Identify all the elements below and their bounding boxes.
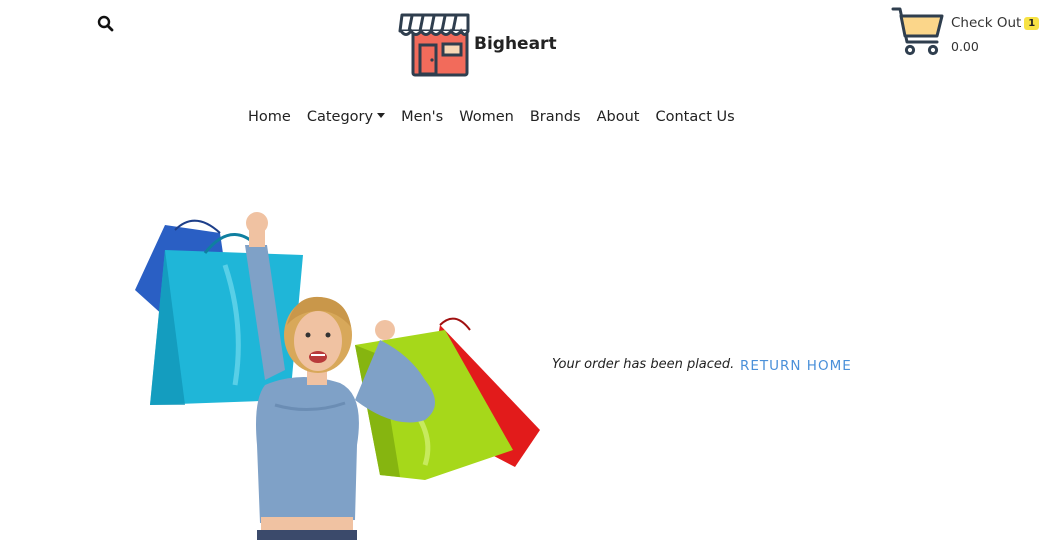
caret-down-icon (377, 113, 386, 118)
cart-checkout[interactable]: Check Out 1 0.00 (891, 6, 1041, 62)
nav-item-home[interactable]: Home (240, 106, 299, 128)
nav-item-contact[interactable]: Contact Us (647, 106, 742, 128)
return-home-link[interactable]: RETURN HOME (740, 358, 852, 374)
hero-shopping-image (135, 212, 540, 540)
checkout-label[interactable]: Check Out 1 (951, 15, 1040, 31)
nav-item-category[interactable]: Category (299, 106, 393, 128)
nav-item-women[interactable]: Women (451, 106, 522, 128)
brand-logo-link[interactable]: Bigheart (398, 11, 557, 77)
cart-total: 0.00 (951, 39, 979, 54)
order-confirmation-message: Your order has been placed. (552, 357, 735, 372)
nav-item-category-label: Category (306, 109, 374, 125)
shopping-cart-icon (891, 7, 944, 56)
nav-item-mens[interactable]: Men's (393, 106, 451, 128)
store-icon (398, 13, 470, 77)
cart-count-badge: 1 (1024, 17, 1040, 30)
search-button[interactable] (97, 15, 115, 33)
main-nav: Home Category Men's Women Brands About C… (240, 106, 743, 128)
search-icon (97, 15, 114, 32)
nav-item-brands[interactable]: Brands (522, 106, 589, 128)
nav-item-about[interactable]: About (589, 106, 648, 128)
brand-name: Bigheart (474, 34, 557, 54)
checkout-text: Check Out (951, 15, 1022, 31)
